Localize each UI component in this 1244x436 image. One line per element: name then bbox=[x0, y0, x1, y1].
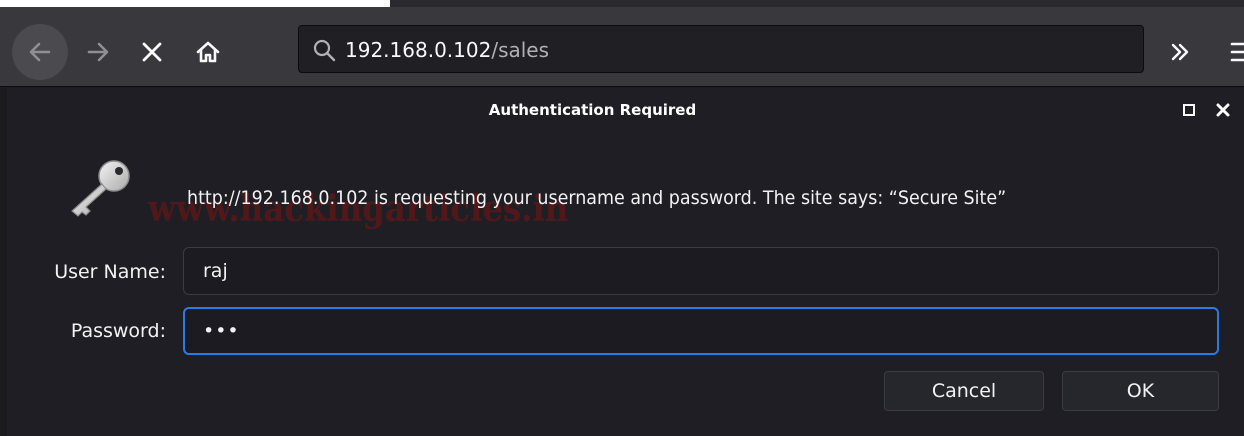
dialog-title: Authentication Required bbox=[488, 101, 697, 119]
back-arrow-icon bbox=[29, 42, 51, 62]
cancel-button[interactable]: Cancel bbox=[884, 371, 1044, 411]
menu-button[interactable] bbox=[1228, 34, 1244, 70]
address-bar[interactable]: 192.168.0.102/sales bbox=[298, 25, 1144, 73]
forward-arrow-icon bbox=[87, 42, 109, 62]
home-button[interactable] bbox=[188, 32, 228, 72]
close-button[interactable] bbox=[1212, 99, 1234, 121]
url-text: 192.168.0.102/sales bbox=[345, 37, 549, 63]
stop-x-icon bbox=[142, 42, 162, 62]
back-button[interactable] bbox=[12, 24, 68, 80]
password-label: Password: bbox=[70, 320, 166, 342]
stop-button[interactable] bbox=[132, 32, 172, 72]
username-label: User Name: bbox=[54, 261, 166, 283]
hamburger-menu-icon bbox=[1230, 42, 1244, 62]
auth-message: http://192.168.0.102 is requesting your … bbox=[187, 187, 1007, 209]
username-field[interactable]: raj bbox=[183, 247, 1219, 295]
url-path: /sales bbox=[491, 38, 550, 62]
tab-strip-background bbox=[390, 0, 1244, 7]
forward-button[interactable] bbox=[78, 32, 118, 72]
search-icon bbox=[313, 39, 336, 62]
ok-button[interactable]: OK bbox=[1062, 371, 1219, 411]
dialog-border bbox=[0, 87, 7, 436]
key-icon bbox=[71, 160, 130, 217]
overflow-button[interactable] bbox=[1160, 32, 1200, 72]
tab-strip bbox=[0, 0, 1244, 7]
browser-toolbar: 192.168.0.102/sales bbox=[0, 0, 1244, 87]
close-icon bbox=[1216, 103, 1230, 117]
password-field[interactable]: ••• bbox=[183, 307, 1219, 355]
maximize-icon[interactable] bbox=[1183, 104, 1195, 116]
chevron-double-right-icon bbox=[1171, 43, 1189, 61]
authentication-dialog: Authentication Required www.hackingartic… bbox=[0, 87, 1244, 436]
screen: 192.168.0.102/sales Authentication Requi… bbox=[0, 0, 1244, 436]
home-icon bbox=[196, 41, 220, 63]
url-host: 192.168.0.102 bbox=[345, 38, 492, 62]
